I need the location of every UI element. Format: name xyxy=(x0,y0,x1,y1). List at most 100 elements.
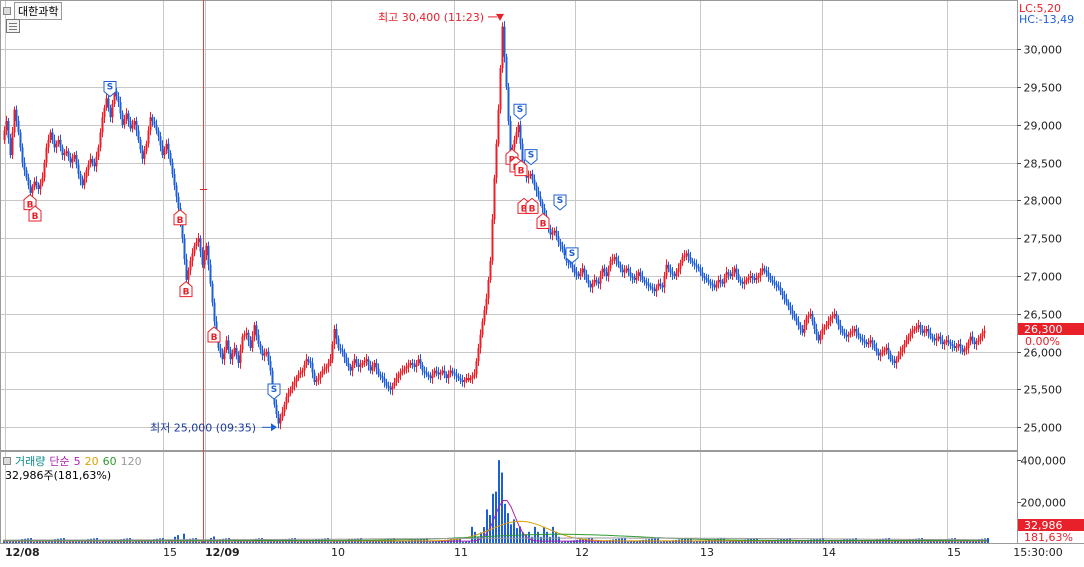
candle xyxy=(249,340,252,348)
volume-bar xyxy=(333,541,335,543)
candle xyxy=(697,266,700,269)
candle xyxy=(489,260,492,280)
candle xyxy=(85,170,88,178)
marker-label: B xyxy=(518,167,525,177)
candle xyxy=(549,228,552,235)
volume-panel-toggle-icon[interactable] xyxy=(3,457,11,465)
volume-bars xyxy=(3,460,989,543)
volume-bar xyxy=(399,541,401,543)
volume-bar xyxy=(495,491,497,543)
candle xyxy=(455,374,458,377)
candle xyxy=(101,117,104,133)
candle xyxy=(741,281,744,284)
stock-name[interactable]: 대한과학 xyxy=(14,2,63,20)
candle xyxy=(51,132,54,140)
candle xyxy=(199,238,202,252)
candle xyxy=(349,366,352,371)
volume-bar xyxy=(66,541,68,543)
candle xyxy=(175,185,178,197)
candle xyxy=(771,279,774,282)
candle xyxy=(221,353,224,360)
candle xyxy=(159,136,162,146)
volume-bar xyxy=(429,541,431,543)
candle xyxy=(691,260,694,263)
candle xyxy=(59,139,62,148)
candle xyxy=(733,268,736,273)
panel-toggle-icon[interactable] xyxy=(3,7,11,15)
candle xyxy=(237,355,240,364)
candle xyxy=(655,287,658,292)
candle xyxy=(343,351,346,358)
signal-markers: BBBBBBBBBBBSSSSSS xyxy=(23,81,579,400)
candle xyxy=(719,279,722,282)
candle xyxy=(61,147,64,156)
sell-signal-marker: S xyxy=(267,383,281,400)
marker-label: B xyxy=(183,288,190,298)
volume-bar xyxy=(168,541,170,543)
candle xyxy=(397,374,400,379)
candle xyxy=(593,279,596,284)
candle xyxy=(439,372,442,375)
candle xyxy=(685,253,688,256)
marker-label: B xyxy=(177,216,184,226)
candle xyxy=(425,372,428,375)
table-view-icon[interactable] xyxy=(6,19,20,33)
ma120-label: 120 xyxy=(120,454,142,468)
candle xyxy=(421,364,424,371)
candle xyxy=(929,332,932,337)
candle xyxy=(201,251,204,265)
volume-bar xyxy=(564,541,566,543)
candle xyxy=(287,393,290,398)
candle xyxy=(311,363,314,373)
candle xyxy=(361,363,364,366)
candle xyxy=(869,340,872,343)
candle xyxy=(753,277,756,280)
candle xyxy=(465,378,468,381)
candle xyxy=(853,328,856,331)
y-tick-label: 29,000 xyxy=(1024,120,1063,133)
volume-bar xyxy=(660,541,662,543)
candle xyxy=(251,336,254,348)
candle xyxy=(345,357,348,364)
candle xyxy=(53,139,56,148)
candle xyxy=(443,370,446,375)
candle xyxy=(87,164,90,171)
candle xyxy=(291,385,294,390)
candle xyxy=(429,376,432,379)
volume-bar xyxy=(528,531,530,543)
candle xyxy=(283,404,286,413)
candle xyxy=(3,130,6,140)
candle xyxy=(877,351,880,356)
candle xyxy=(149,117,152,131)
candle xyxy=(329,359,332,364)
candle xyxy=(99,132,102,148)
candle xyxy=(227,340,230,350)
candle xyxy=(43,162,46,178)
candle xyxy=(945,340,948,343)
y-tick-label: 25,500 xyxy=(1024,384,1063,397)
candle xyxy=(865,342,868,345)
candle xyxy=(313,372,316,382)
candle xyxy=(667,264,670,269)
candle xyxy=(757,276,760,279)
candle xyxy=(315,380,318,383)
candle xyxy=(167,143,170,154)
candle xyxy=(139,139,142,150)
candle xyxy=(739,279,742,282)
candle xyxy=(731,272,734,277)
candle xyxy=(787,302,790,307)
candle xyxy=(323,368,326,371)
volume-bar xyxy=(762,541,764,543)
candle xyxy=(137,130,140,140)
candle xyxy=(347,363,350,367)
stock-selector[interactable]: 대한과학 xyxy=(3,2,63,20)
candle xyxy=(635,276,638,280)
x-tick-label: 15 xyxy=(163,546,177,559)
candle xyxy=(725,272,728,278)
volume-bar xyxy=(552,526,554,543)
volume-bar xyxy=(726,541,728,543)
candle xyxy=(55,143,58,148)
candle xyxy=(669,268,672,273)
candle xyxy=(191,253,194,261)
candle xyxy=(157,130,160,137)
